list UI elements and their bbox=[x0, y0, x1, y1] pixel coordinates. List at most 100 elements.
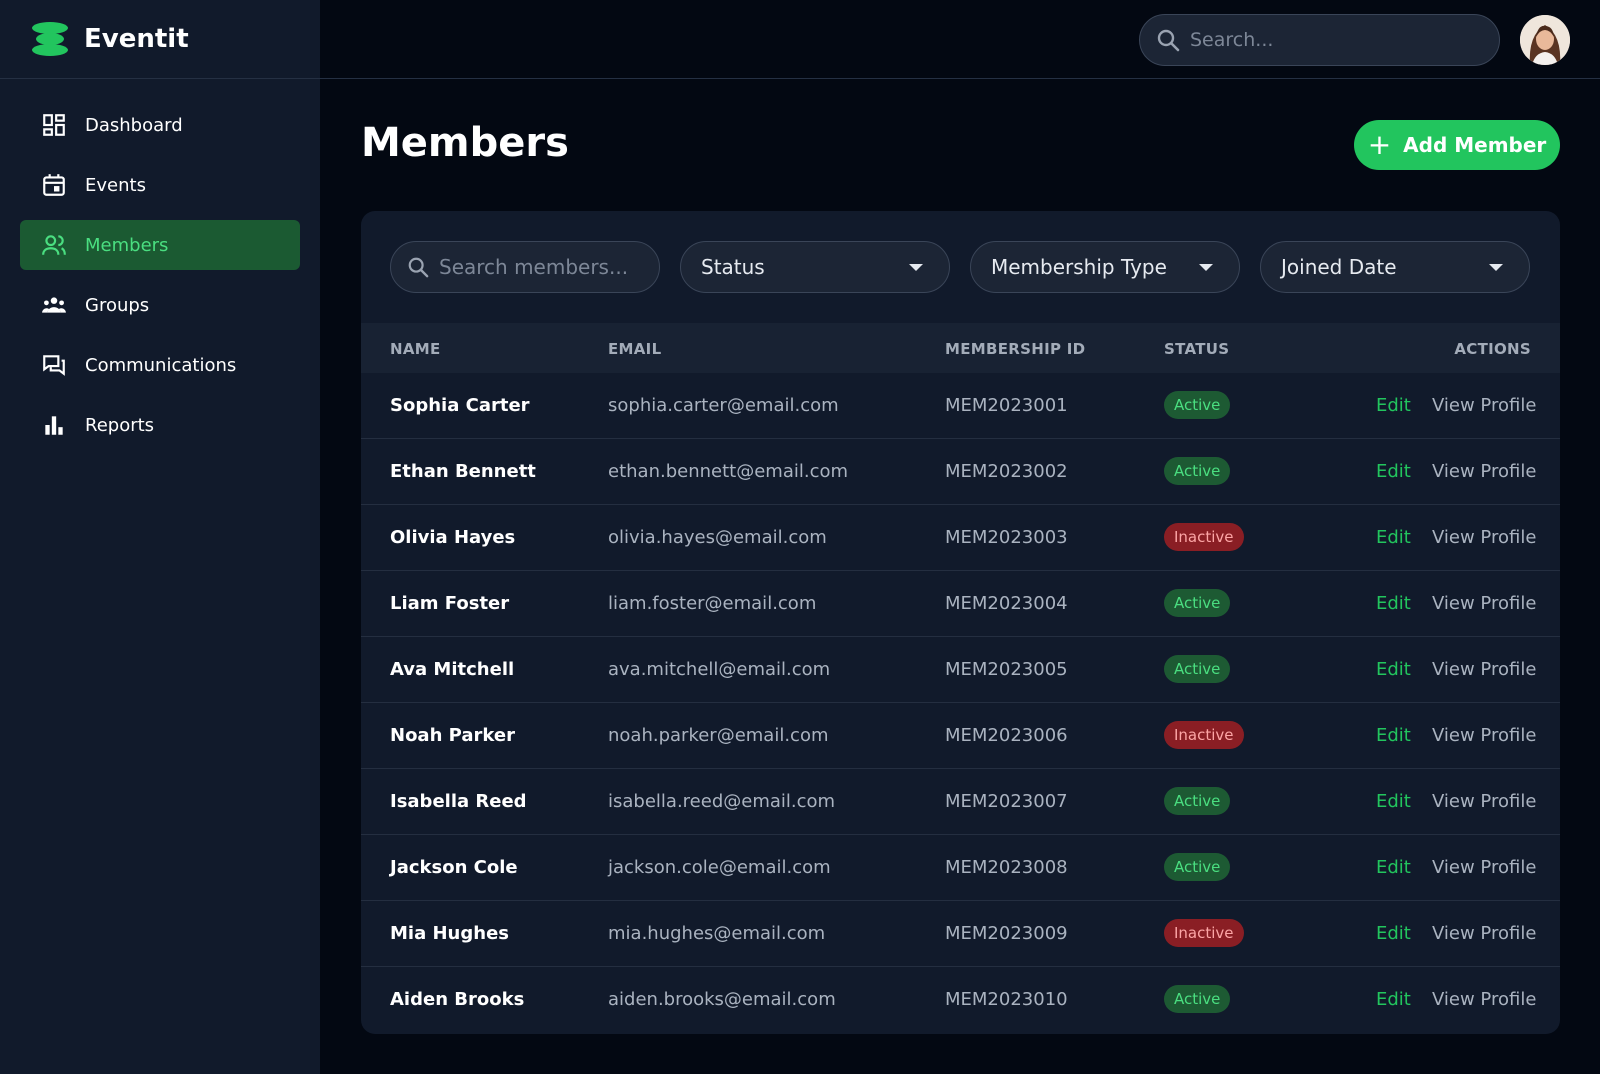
groups-icon bbox=[40, 291, 68, 319]
status-badge: Active bbox=[1164, 787, 1231, 815]
calendar-icon bbox=[40, 171, 68, 199]
member-name: Ethan Bennett bbox=[390, 461, 536, 482]
filter-bar: Status Membership Type Joined Date bbox=[361, 211, 1560, 323]
add-member-button[interactable]: + Add Member bbox=[1354, 120, 1560, 170]
header-email[interactable]: EMAIL bbox=[608, 340, 661, 358]
status-badge: Active bbox=[1164, 589, 1231, 617]
status-cell: Active bbox=[1164, 985, 1231, 1013]
dashboard-icon bbox=[40, 111, 68, 139]
member-email: sophia.carter@email.com bbox=[608, 395, 839, 416]
member-search-input[interactable] bbox=[439, 255, 639, 279]
sidebar-item-label: Groups bbox=[85, 294, 150, 316]
view-profile-link[interactable]: View Profile bbox=[1432, 857, 1536, 878]
view-profile-link[interactable]: View Profile bbox=[1432, 527, 1536, 548]
status-cell: Active bbox=[1164, 787, 1231, 815]
avatar-image bbox=[1520, 15, 1570, 65]
edit-link[interactable]: Edit bbox=[1376, 923, 1411, 944]
sidebar-item-members[interactable]: Members bbox=[20, 220, 300, 270]
view-profile-link[interactable]: View Profile bbox=[1432, 989, 1536, 1010]
plus-icon: + bbox=[1367, 128, 1392, 161]
sidebar-item-events[interactable]: Events bbox=[20, 160, 300, 210]
global-search[interactable] bbox=[1139, 14, 1500, 66]
sidebar-item-label: Members bbox=[85, 234, 169, 256]
sidebar-item-groups[interactable]: Groups bbox=[20, 280, 300, 330]
membership-id: MEM2023006 bbox=[945, 725, 1068, 746]
topbar bbox=[320, 0, 1600, 79]
add-member-label: Add Member bbox=[1403, 133, 1547, 157]
view-profile-link[interactable]: View Profile bbox=[1432, 593, 1536, 614]
status-cell: Active bbox=[1164, 457, 1231, 485]
table-row: Sophia Carter sophia.carter@email.com MEM2… bbox=[361, 373, 1560, 439]
view-profile-link[interactable]: View Profile bbox=[1432, 659, 1536, 680]
membership-type-filter-label: Membership Type bbox=[991, 255, 1167, 279]
membership-type-filter[interactable]: Membership Type bbox=[970, 241, 1240, 293]
view-profile-link[interactable]: View Profile bbox=[1432, 725, 1536, 746]
member-name: Olivia Hayes bbox=[390, 527, 516, 548]
member-name: Ava Mitchell bbox=[390, 659, 515, 680]
sidebar-item-dashboard[interactable]: Dashboard bbox=[20, 100, 300, 150]
member-email: noah.parker@email.com bbox=[608, 725, 829, 746]
caret-down-icon bbox=[1199, 263, 1213, 271]
status-filter-label: Status bbox=[701, 255, 765, 279]
user-avatar[interactable] bbox=[1520, 15, 1570, 65]
status-badge: Active bbox=[1164, 457, 1231, 485]
sidebar-item-label: Events bbox=[85, 174, 146, 196]
header-status[interactable]: STATUS bbox=[1164, 340, 1229, 358]
sidebar: Eventit Dashboard Events Members Groups Comm… bbox=[0, 0, 320, 1074]
table-row: Olivia Hayes olivia.hayes@email.com MEM202… bbox=[361, 505, 1560, 571]
global-search-input[interactable] bbox=[1190, 29, 1480, 51]
header-membership-id[interactable]: MEMBERSHIP ID bbox=[945, 340, 1085, 358]
membership-id: MEM2023003 bbox=[945, 527, 1068, 548]
view-profile-link[interactable]: View Profile bbox=[1432, 395, 1536, 416]
caret-down-icon bbox=[909, 263, 923, 271]
table-row: Jackson Cole jackson.cole@email.com MEM202… bbox=[361, 835, 1560, 901]
membership-id: MEM2023007 bbox=[945, 791, 1068, 812]
edit-link[interactable]: Edit bbox=[1376, 593, 1411, 614]
status-badge: Active bbox=[1164, 985, 1231, 1013]
table-row: Ava Mitchell ava.mitchell@email.com MEM202… bbox=[361, 637, 1560, 703]
table-body: Sophia Carter sophia.carter@email.com MEM2… bbox=[361, 373, 1560, 1033]
edit-link[interactable]: Edit bbox=[1376, 857, 1411, 878]
status-badge: Active bbox=[1164, 853, 1231, 881]
header-actions: ACTIONS bbox=[1454, 340, 1531, 358]
member-email: ava.mitchell@email.com bbox=[608, 659, 831, 680]
edit-link[interactable]: Edit bbox=[1376, 527, 1411, 548]
member-name: Isabella Reed bbox=[390, 791, 527, 812]
search-icon bbox=[1157, 29, 1180, 52]
joined-date-filter[interactable]: Joined Date bbox=[1260, 241, 1530, 293]
edit-link[interactable]: Edit bbox=[1376, 989, 1411, 1010]
member-email: ethan.bennett@email.com bbox=[608, 461, 849, 482]
status-filter[interactable]: Status bbox=[680, 241, 950, 293]
table-header: NAME EMAIL MEMBERSHIP ID STATUS ACTIONS bbox=[361, 323, 1560, 373]
bar-chart-icon bbox=[40, 411, 68, 439]
status-cell: Active bbox=[1164, 589, 1231, 617]
table-row: Aiden Brooks aiden.brooks@email.com MEM202… bbox=[361, 967, 1560, 1033]
view-profile-link[interactable]: View Profile bbox=[1432, 461, 1536, 482]
status-cell: Active bbox=[1164, 391, 1231, 419]
members-card: Status Membership Type Joined Date NAME … bbox=[361, 211, 1560, 1034]
status-badge: Active bbox=[1164, 391, 1231, 419]
table-row: Ethan Bennett ethan.bennett@email.com MEM2… bbox=[361, 439, 1560, 505]
membership-id: MEM2023004 bbox=[945, 593, 1068, 614]
member-name: Sophia Carter bbox=[390, 395, 530, 416]
table-row: Mia Hughes mia.hughes@email.com MEM2023009… bbox=[361, 901, 1560, 967]
table-row: Noah Parker noah.parker@email.com MEM20230… bbox=[361, 703, 1560, 769]
sidebar-item-communications[interactable]: Communications bbox=[20, 340, 300, 390]
edit-link[interactable]: Edit bbox=[1376, 791, 1411, 812]
view-profile-link[interactable]: View Profile bbox=[1432, 791, 1536, 812]
header-name[interactable]: NAME bbox=[390, 340, 441, 358]
edit-link[interactable]: Edit bbox=[1376, 659, 1411, 680]
member-search[interactable] bbox=[390, 241, 660, 293]
edit-link[interactable]: Edit bbox=[1376, 725, 1411, 746]
member-name: Mia Hughes bbox=[390, 923, 509, 944]
edit-link[interactable]: Edit bbox=[1376, 461, 1411, 482]
sidebar-item-label: Communications bbox=[85, 354, 237, 376]
sidebar-item-label: Dashboard bbox=[85, 114, 183, 136]
member-email: mia.hughes@email.com bbox=[608, 923, 826, 944]
sidebar-item-reports[interactable]: Reports bbox=[20, 400, 300, 450]
view-profile-link[interactable]: View Profile bbox=[1432, 923, 1536, 944]
edit-link[interactable]: Edit bbox=[1376, 395, 1411, 416]
status-cell: Active bbox=[1164, 853, 1231, 881]
caret-down-icon bbox=[1489, 263, 1503, 271]
status-cell: Active bbox=[1164, 655, 1231, 683]
